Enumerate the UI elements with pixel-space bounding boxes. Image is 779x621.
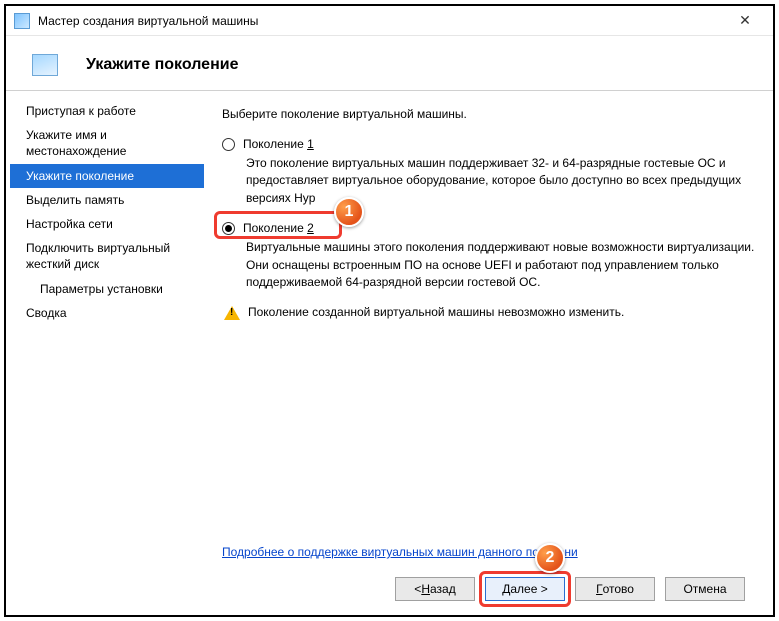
cancel-button[interactable]: Отмена <box>665 577 745 601</box>
titlebar: Мастер создания виртуальной машины ✕ <box>6 6 773 36</box>
close-button[interactable]: ✕ <box>725 7 765 35</box>
window-title: Мастер создания виртуальной машины <box>38 14 725 28</box>
warning-icon <box>224 306 240 320</box>
sidebar-item-vhd[interactable]: Подключить виртуальный жесткий диск <box>10 236 204 276</box>
sidebar-item-network[interactable]: Настройка сети <box>10 212 204 236</box>
next-button[interactable]: Далее > <box>485 577 565 601</box>
app-icon <box>14 13 30 29</box>
button-row: < Назад Далее > 2 Готово Отмена <box>222 567 759 615</box>
option-gen2[interactable]: Поколение 2 <box>222 221 759 235</box>
sidebar-item-install-options[interactable]: Параметры установки <box>10 277 204 301</box>
warning-text: Поколение созданной виртуальной машины н… <box>248 305 624 319</box>
next-button-wrap: Далее > 2 <box>485 577 565 601</box>
more-info-link[interactable]: Подробнее о поддержке виртуальных машин … <box>222 545 759 559</box>
option-gen1-label: Поколение 1 <box>243 137 314 151</box>
wizard-steps-sidebar: Приступая к работе Укажите имя и местона… <box>6 91 204 615</box>
option-gen2-label: Поколение 2 <box>243 221 314 235</box>
wizard-icon <box>32 54 58 76</box>
back-button[interactable]: < Назад <box>395 577 475 601</box>
option-gen1[interactable]: Поколение 1 <box>222 137 759 151</box>
sidebar-item-name-location[interactable]: Укажите имя и местонахождение <box>10 123 204 163</box>
option-gen1-desc: Это поколение виртуальных машин поддержи… <box>246 155 759 207</box>
intro-text: Выберите поколение виртуальной машины. <box>222 107 759 121</box>
sidebar-item-generation[interactable]: Укажите поколение <box>10 164 204 188</box>
sidebar-item-summary[interactable]: Сводка <box>10 301 204 325</box>
warning-row: Поколение созданной виртуальной машины н… <box>224 305 759 320</box>
page-header: Укажите поколение <box>6 36 773 91</box>
page-title: Укажите поколение <box>86 56 238 74</box>
radio-gen1[interactable] <box>222 138 235 151</box>
sidebar-item-start[interactable]: Приступая к работе <box>10 99 204 123</box>
radio-gen2[interactable] <box>222 222 235 235</box>
wizard-window: Мастер создания виртуальной машины ✕ Ука… <box>4 4 775 617</box>
option-gen2-desc: Виртуальные машины этого поколения подде… <box>246 239 759 291</box>
content-pane: Выберите поколение виртуальной машины. П… <box>204 91 773 615</box>
finish-button[interactable]: Готово <box>575 577 655 601</box>
sidebar-item-memory[interactable]: Выделить память <box>10 188 204 212</box>
